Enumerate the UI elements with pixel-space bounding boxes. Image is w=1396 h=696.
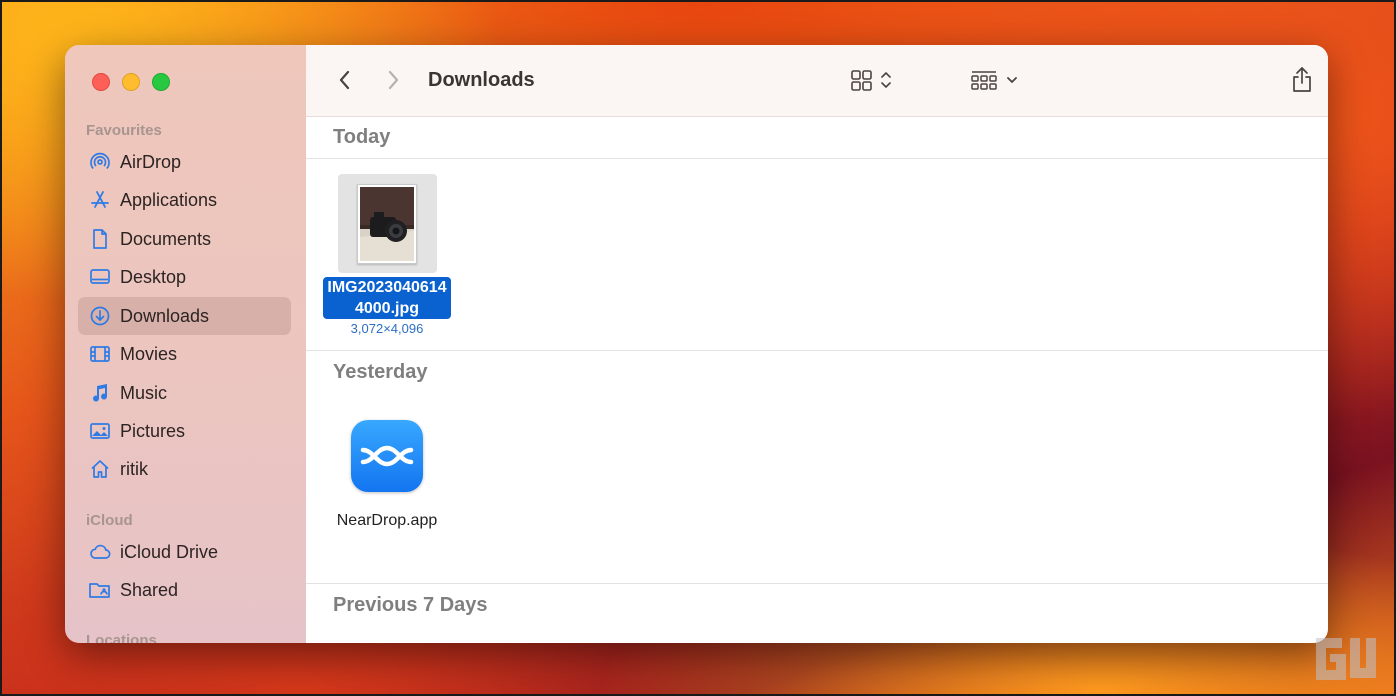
photo-icon [88, 419, 112, 443]
minimize-button[interactable] [122, 73, 140, 91]
file-name-line-2: 4000.jpg [354, 300, 419, 317]
sidebar-item-downloads[interactable]: Downloads [78, 297, 291, 335]
sidebar-item-label: Shared [120, 579, 179, 600]
file-item-image[interactable]: IMG2023040614 4000.jpg 3,072×4,096 [316, 174, 458, 336]
sidebar-item-label: Pictures [120, 420, 186, 441]
forward-button[interactable] [380, 67, 406, 93]
sidebar-item-home[interactable]: ritik [78, 450, 291, 488]
file-name-line-1: IMG2023040614 [327, 279, 447, 296]
sidebar: Favourites AirDrop Applications Document… [65, 45, 306, 643]
music-note-icon [88, 381, 112, 405]
image-dimensions: 3,072×4,096 [350, 321, 424, 336]
toolbar: Downloads [306, 45, 1328, 117]
sidebar-item-label: Documents [120, 228, 212, 249]
group-by-icon [971, 71, 1017, 90]
grid-view-icon [851, 70, 891, 91]
image-thumbnail [337, 174, 437, 273]
sidebar-item-label: AirDrop [120, 151, 182, 172]
document-icon [88, 227, 112, 251]
window-controls [92, 73, 170, 91]
sidebar-item-airdrop[interactable]: AirDrop [78, 143, 291, 181]
sidebar-item-desktop[interactable]: Desktop [78, 258, 291, 296]
applications-icon [88, 188, 112, 212]
airdrop-icon [88, 150, 112, 174]
sidebar-section-locations: Locations [86, 632, 157, 643]
sidebar-section-favourites: Favourites [86, 122, 162, 139]
cloud-icon [88, 540, 112, 564]
sidebar-item-label: Downloads [120, 305, 210, 326]
sidebar-section-icloud: iCloud [86, 512, 133, 529]
sidebar-item-label: ritik [120, 458, 148, 479]
zoom-button[interactable] [152, 73, 170, 91]
sidebar-item-movies[interactable]: Movies [78, 335, 291, 373]
group-by-button[interactable] [970, 67, 1022, 93]
sidebar-item-music[interactable]: Music [78, 374, 291, 412]
share-button[interactable] [1289, 65, 1315, 95]
view-options-button[interactable] [850, 67, 898, 93]
main-content: Downloads Today IMG2023040614 4000.jpg 3… [306, 45, 1328, 643]
home-icon [88, 457, 112, 481]
sidebar-item-label: Movies [120, 343, 178, 364]
sidebar-item-shared[interactable]: Shared [78, 571, 291, 609]
shared-folder-icon [88, 578, 112, 602]
watermark-logo-icon [1316, 638, 1376, 680]
photo-preview [357, 183, 417, 264]
group-header-today: Today [306, 117, 1328, 159]
sidebar-item-icloud-drive[interactable]: iCloud Drive [78, 533, 291, 571]
back-button[interactable] [332, 67, 358, 93]
sidebar-item-applications[interactable]: Applications [78, 181, 291, 219]
download-icon [88, 304, 112, 328]
sidebar-item-label: Music [120, 382, 168, 403]
close-button[interactable] [92, 73, 110, 91]
sidebar-item-label: iCloud Drive [120, 541, 219, 562]
sidebar-item-documents[interactable]: Documents [78, 220, 291, 258]
film-icon [88, 342, 112, 366]
share-icon [1293, 67, 1311, 92]
file-name-label[interactable]: NearDrop.app [337, 512, 438, 530]
desktop-icon [88, 265, 112, 289]
sidebar-item-label: Applications [120, 189, 218, 210]
window-title: Downloads [428, 69, 535, 91]
camera-photo-icon [360, 186, 414, 261]
group-header-yesterday: Yesterday [333, 360, 428, 383]
chevron-left-icon [339, 70, 350, 90]
finder-window: Favourites AirDrop Applications Document… [65, 45, 1328, 643]
sidebar-item-pictures[interactable]: Pictures [78, 412, 291, 450]
group-header-previous-7-days: Previous 7 Days [333, 593, 488, 616]
file-item-app[interactable]: NearDrop.app [326, 420, 448, 530]
sidebar-item-label: Desktop [120, 266, 187, 287]
chevron-right-icon [388, 70, 399, 90]
neardrop-app-icon [351, 420, 423, 492]
file-name-label[interactable]: IMG2023040614 4000.jpg [323, 277, 451, 319]
